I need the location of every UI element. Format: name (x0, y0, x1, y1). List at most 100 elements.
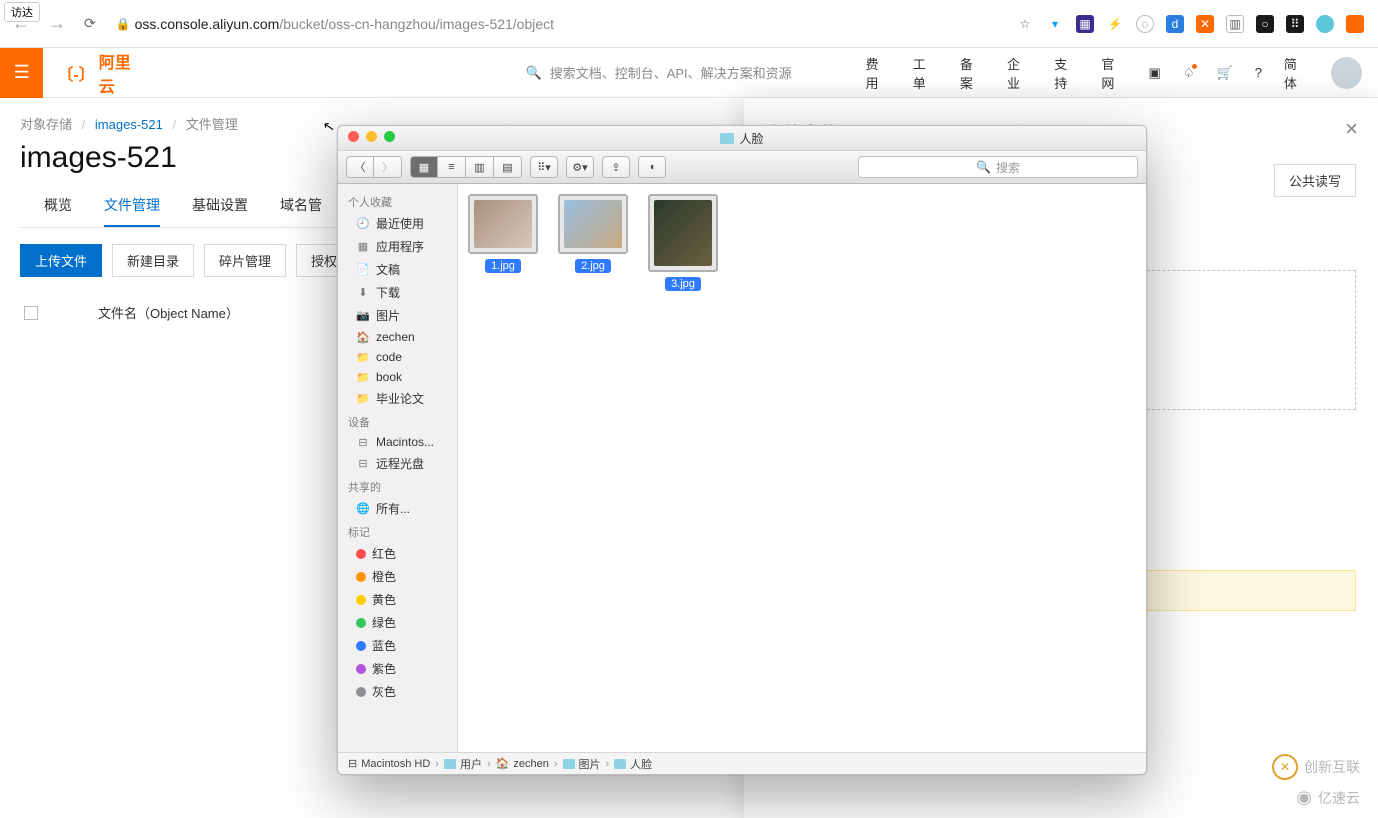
crumb-root[interactable]: 对象存储 (20, 117, 72, 132)
sidebar-item[interactable]: 📁code (338, 347, 457, 367)
close-icon[interactable]: × (1345, 116, 1358, 142)
tags-button[interactable]: ◖ (638, 156, 666, 178)
lock-icon: 🔒 (116, 17, 131, 31)
sidebar-item-label: Macintos... (376, 435, 434, 449)
tab-files[interactable]: 文件管理 (104, 185, 160, 227)
nav-record[interactable]: 备案 (960, 54, 985, 92)
ext-icon[interactable]: ▾ (1046, 15, 1064, 33)
path-segment[interactable]: 🏠zechen (496, 757, 549, 770)
sidebar-item[interactable]: ⊟Macintos... (338, 432, 457, 452)
select-all-checkbox[interactable] (24, 306, 38, 320)
nav-forward-button[interactable]: 〉 (374, 156, 402, 178)
aliyun-logo[interactable]: 〔-〕 阿里云 (57, 49, 145, 97)
crumb-bucket[interactable]: images-521 (95, 117, 163, 132)
sidebar-item[interactable]: 📁book (338, 367, 457, 387)
nav-support[interactable]: 支持 (1054, 54, 1079, 92)
sidebar-item-label: 紫色 (372, 660, 396, 677)
ext-icon[interactable]: ⠿ (1286, 15, 1304, 33)
finder-titlebar[interactable]: 人脸 (338, 126, 1146, 150)
finder-search[interactable]: 🔍 搜索 (858, 156, 1138, 178)
bookmark-star-icon[interactable]: ☆ (1016, 15, 1034, 33)
menu-button[interactable]: ☰ (0, 48, 43, 98)
forward-icon[interactable]: → (48, 13, 66, 34)
mkdir-button[interactable]: 新建目录 (112, 244, 194, 277)
file-item[interactable]: 1.jpg (468, 194, 538, 273)
chevron-right-icon: › (554, 758, 558, 770)
ext-icon[interactable]: ◌ (1136, 15, 1154, 33)
sidebar-tag-item[interactable]: 紫色 (338, 657, 457, 680)
terminal-icon[interactable]: ▣ (1149, 65, 1161, 81)
bell-icon[interactable]: ♤ (1183, 65, 1195, 81)
upload-button[interactable]: 上传文件 (20, 244, 102, 277)
sidebar-item-label: 文稿 (376, 261, 400, 278)
frag-button[interactable]: 碎片管理 (204, 244, 286, 277)
profile-icon[interactable] (1316, 15, 1334, 33)
zoom-traffic-icon[interactable] (384, 131, 395, 142)
close-traffic-icon[interactable] (348, 131, 359, 142)
view-gallery-button[interactable]: ▤ (494, 156, 522, 178)
avatar[interactable] (1331, 57, 1362, 89)
nav-back-button[interactable]: 〈 (346, 156, 374, 178)
ext-icon[interactable]: ✕ (1196, 15, 1214, 33)
path-segment[interactable]: 图片 (563, 756, 601, 772)
sidebar-item[interactable]: ▦应用程序 (338, 235, 457, 258)
ext-icon[interactable]: ⚡ (1106, 15, 1124, 33)
ext-icon[interactable]: d (1166, 15, 1184, 33)
sidebar-tag-item[interactable]: 橙色 (338, 565, 457, 588)
cart-icon[interactable]: 🛒 (1217, 65, 1233, 81)
sidebar-item[interactable]: 🌐所有... (338, 497, 457, 520)
sidebar-item[interactable]: ⊟远程光盘 (338, 452, 457, 475)
path-label: 用户 (460, 756, 482, 772)
sidebar-item-label: 远程光盘 (376, 455, 424, 472)
path-segment[interactable]: 用户 (444, 756, 482, 772)
sidebar-tag-item[interactable]: 蓝色 (338, 634, 457, 657)
nav-lang[interactable]: 简体 (1284, 54, 1309, 92)
sidebar-item[interactable]: 🕘最近使用 (338, 212, 457, 235)
sidebar-tag-item[interactable]: 红色 (338, 542, 457, 565)
sidebar-item[interactable]: ⬇下载 (338, 281, 457, 304)
help-icon[interactable]: ? (1255, 65, 1262, 80)
ext-icon[interactable]: ○ (1256, 15, 1274, 33)
thumbnail-image (654, 200, 712, 266)
nav-ticket[interactable]: 工单 (913, 54, 938, 92)
path-segment[interactable]: 人脸 (614, 756, 652, 772)
nav-official[interactable]: 官网 (1101, 54, 1126, 92)
finder-content[interactable]: 1.jpg 2.jpg 3.jpg (458, 184, 1146, 752)
sidebar-tag-item[interactable]: 黄色 (338, 588, 457, 611)
sidebar-tag-item[interactable]: 绿色 (338, 611, 457, 634)
file-name-label: 1.jpg (485, 259, 521, 273)
reload-icon[interactable]: ⟳ (84, 15, 96, 32)
sidebar-item[interactable]: 🏠zechen (338, 327, 457, 347)
tab-settings[interactable]: 基础设置 (192, 185, 248, 227)
thumbnail-image (564, 200, 622, 248)
tag-dot-icon (356, 641, 366, 651)
sidebar-item-icon: 📁 (356, 370, 370, 384)
nav-fee[interactable]: 费用 (866, 54, 891, 92)
url-bar[interactable]: 🔒 oss.console.aliyun.com/bucket/oss-cn-h… (108, 0, 1002, 47)
share-button[interactable]: ⇪ (602, 156, 630, 178)
ext-icon[interactable] (1346, 15, 1364, 33)
minimize-traffic-icon[interactable] (366, 131, 377, 142)
finder-title: 人脸 (739, 130, 763, 147)
view-list-button[interactable]: ≡ (438, 156, 466, 178)
ext-icon[interactable]: ▦ (1076, 15, 1094, 33)
sidebar-item-label: 图片 (376, 307, 400, 324)
tab-domain[interactable]: 域名管 (280, 185, 322, 227)
tab-overview[interactable]: 概览 (44, 185, 72, 227)
path-segment[interactable]: ⊟Macintosh HD (348, 757, 430, 770)
nav-enterprise[interactable]: 企业 (1007, 54, 1032, 92)
file-item[interactable]: 2.jpg (558, 194, 628, 273)
view-columns-button[interactable]: ▥ (466, 156, 494, 178)
action-gear-button[interactable]: ⚙▾ (566, 156, 594, 178)
header-search[interactable]: 🔍 搜索文档、控制台、API、解决方案和资源 (526, 63, 866, 82)
file-item[interactable]: 3.jpg (648, 194, 718, 291)
sidebar-item[interactable]: 📷图片 (338, 304, 457, 327)
arrange-button[interactable]: ⠿▾ (530, 156, 558, 178)
sidebar-item[interactable]: 📄文稿 (338, 258, 457, 281)
view-icons-button[interactable]: ▦ (410, 156, 438, 178)
sidebar-tag-item[interactable]: 灰色 (338, 680, 457, 703)
acl-button[interactable]: 公共读写 (1274, 164, 1356, 197)
thumbnail-frame (468, 194, 538, 254)
sidebar-item[interactable]: 📁毕业论文 (338, 387, 457, 410)
ext-icon[interactable]: ▥ (1226, 15, 1244, 33)
